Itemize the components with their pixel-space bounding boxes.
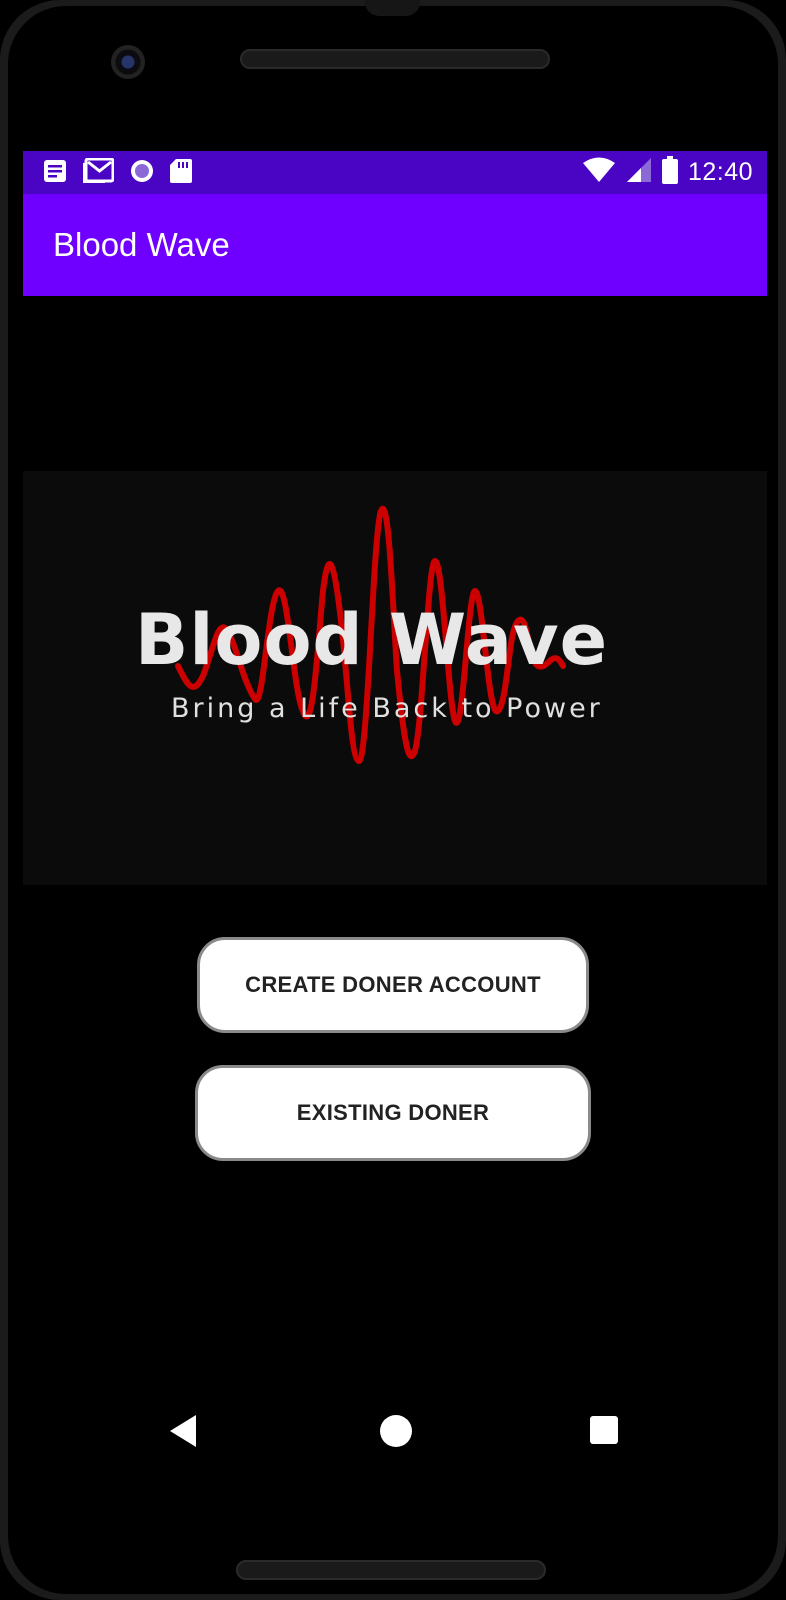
home-circle-icon[interactable]	[380, 1415, 412, 1447]
top-notch	[365, 0, 420, 16]
front-camera-icon	[111, 45, 145, 79]
system-status: 12:40	[582, 155, 753, 189]
app-screen: 12:40 Blood Wave Blood Wave Bring a Life…	[23, 151, 767, 1489]
existing-doner-button[interactable]: EXISTING DONER	[195, 1065, 591, 1161]
app-toolbar: Blood Wave	[23, 194, 767, 296]
phone-frame: 12:40 Blood Wave Blood Wave Bring a Life…	[0, 0, 786, 1600]
recent-square-icon[interactable]	[590, 1416, 618, 1444]
page-title: Blood Wave	[53, 226, 230, 263]
notes-icon	[43, 159, 67, 188]
sd-card-icon	[170, 158, 192, 189]
battery-icon	[661, 155, 678, 189]
status-clock: 12:40	[687, 157, 753, 186]
earpiece-speaker	[240, 49, 550, 69]
back-triangle-icon[interactable]	[170, 1415, 196, 1447]
record-icon	[129, 158, 155, 189]
gmail-icon	[82, 157, 115, 189]
logo-title: Blood Wave	[135, 599, 609, 681]
blood-wave-logo: Blood Wave Bring a Life Back to Power	[23, 471, 767, 885]
create-doner-account-button[interactable]: CREATE DONER ACCOUNT	[197, 937, 589, 1033]
wifi-icon	[582, 157, 616, 188]
bottom-speaker	[236, 1560, 546, 1580]
notification-icons	[43, 157, 192, 189]
logo-tagline: Bring a Life Back to Power	[171, 693, 603, 724]
cell-signal-icon	[626, 157, 652, 188]
system-nav-bar	[0, 1370, 786, 1490]
status-bar: 12:40	[23, 151, 767, 194]
